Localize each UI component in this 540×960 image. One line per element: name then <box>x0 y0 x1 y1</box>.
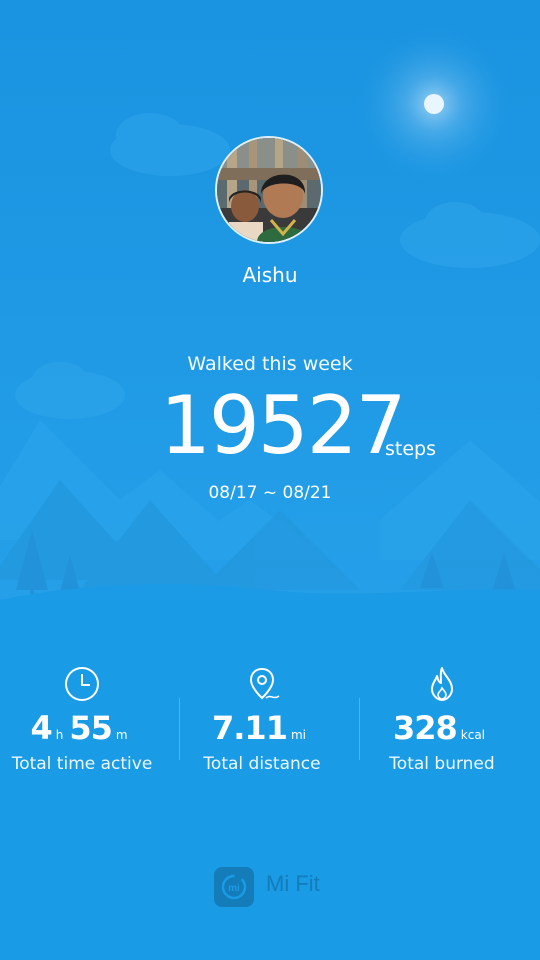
clock-icon <box>65 667 99 701</box>
burned-value: 328 <box>392 709 458 747</box>
brand-name: Mi Fit <box>266 871 320 896</box>
distance-value-row: 7.11 mi <box>172 706 352 750</box>
avatar-photo <box>217 138 321 242</box>
distance-value: 7.11 <box>212 709 288 747</box>
sun <box>424 94 444 114</box>
username: Aishu <box>242 263 298 287</box>
svg-text:mi: mi <box>228 883 240 894</box>
weekly-steps-label: Walked this week <box>187 353 353 375</box>
distance-label: Total distance <box>203 754 321 774</box>
minutes-unit: m <box>115 728 128 742</box>
date-range: 08/17 ~ 08/21 <box>208 483 332 503</box>
time-value: 4 h 55 m <box>0 706 172 750</box>
time-label: Total time active <box>11 754 153 774</box>
steps-count: 19527 <box>160 379 407 472</box>
weekly-steps[interactable]: 19527 steps <box>0 380 540 472</box>
steps-unit: steps <box>385 438 436 460</box>
stat-distance[interactable]: 7.11 mi Total distance <box>172 664 352 784</box>
hours-unit: h <box>55 728 64 742</box>
stat-time-active[interactable]: 4 h 55 m Total time active <box>0 664 172 784</box>
burned-value-row: 328 kcal <box>352 706 532 750</box>
hours-value: 4 <box>30 709 52 747</box>
brand: mi Mi Fit <box>214 867 354 907</box>
mi-fit-logo-icon: mi <box>214 867 254 907</box>
distance-unit: mi <box>290 728 306 742</box>
stat-burned[interactable]: 328 kcal Total burned <box>352 664 532 784</box>
location-pin-icon <box>249 667 280 700</box>
background-scenery <box>0 0 540 600</box>
burned-unit: kcal <box>460 728 486 742</box>
flame-icon <box>431 667 453 701</box>
avatar[interactable] <box>215 136 323 244</box>
minutes-value: 55 <box>69 709 113 747</box>
burned-label: Total burned <box>389 754 495 774</box>
